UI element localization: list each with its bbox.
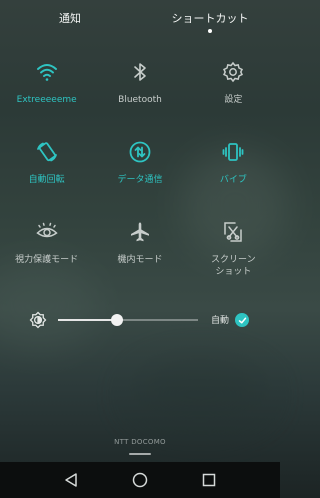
tile-data-label: データ通信 [117, 175, 163, 185]
vibrate-icon [219, 138, 247, 166]
tile-vibrate[interactable]: バイブ [187, 132, 280, 212]
eye-icon [33, 218, 61, 246]
airplane-icon [126, 218, 154, 246]
tile-auto-rotate-label: 自動回転 [28, 175, 65, 185]
auto-brightness-checkbox[interactable] [235, 313, 249, 327]
quick-settings-grid: Extreeeeeme Bluetooth 設定 自動回転 データ通信 バイブ … [0, 52, 280, 292]
gear-icon [219, 58, 247, 86]
tile-settings-label: 設定 [224, 95, 243, 105]
back-icon [64, 473, 77, 487]
brightness-row: 自動 [0, 308, 280, 332]
tile-wifi[interactable]: Extreeeeeme [0, 52, 93, 132]
tile-settings[interactable]: 設定 [187, 52, 280, 132]
tab-notifications[interactable]: 通知 [0, 0, 140, 38]
back-button[interactable] [60, 469, 82, 491]
check-icon [238, 317, 246, 323]
active-tab-indicator [208, 29, 212, 33]
screenshot-icon [219, 218, 247, 246]
tab-shortcuts-label: ショートカット [171, 12, 249, 25]
tile-bluetooth-label: Bluetooth [118, 95, 162, 105]
home-icon [132, 472, 148, 488]
recents-button[interactable] [198, 469, 220, 491]
wifi-icon [33, 58, 61, 86]
tile-wifi-label: Extreeeeeme [16, 95, 77, 105]
brightness-fill [58, 319, 117, 321]
tile-screenshot-label: スクリーン ショット [211, 255, 256, 277]
wallpaper-blur [130, 360, 270, 430]
carrier-label: NTT DOCOMO [114, 438, 166, 446]
recents-icon [203, 473, 216, 487]
tile-airplane[interactable]: 機内モード [93, 212, 186, 292]
tile-screenshot[interactable]: スクリーン ショット [187, 212, 280, 292]
home-button[interactable] [129, 469, 151, 491]
bluetooth-icon [126, 58, 154, 86]
panel-tabs: 通知 ショートカット [0, 0, 280, 38]
tab-shortcuts[interactable]: ショートカット [140, 0, 280, 38]
tile-eye-protection-label: 視力保護モード [15, 255, 79, 265]
tile-airplane-label: 機内モード [117, 255, 163, 265]
tile-data[interactable]: データ通信 [93, 132, 186, 212]
brightness-thumb[interactable] [110, 314, 123, 326]
tile-vibrate-label: バイブ [219, 175, 247, 185]
data-transfer-icon [126, 138, 154, 166]
drag-handle[interactable] [129, 453, 151, 455]
navigation-bar [0, 462, 280, 498]
brightness-icon [29, 311, 47, 329]
auto-rotate-icon [33, 138, 61, 166]
auto-brightness-label: 自動 [211, 316, 230, 326]
tile-bluetooth[interactable]: Bluetooth [93, 52, 186, 132]
tile-eye-protection[interactable]: 視力保護モード [0, 212, 93, 292]
brightness-slider[interactable] [58, 314, 198, 326]
tile-auto-rotate[interactable]: 自動回転 [0, 132, 93, 212]
tab-notifications-label: 通知 [59, 12, 81, 25]
